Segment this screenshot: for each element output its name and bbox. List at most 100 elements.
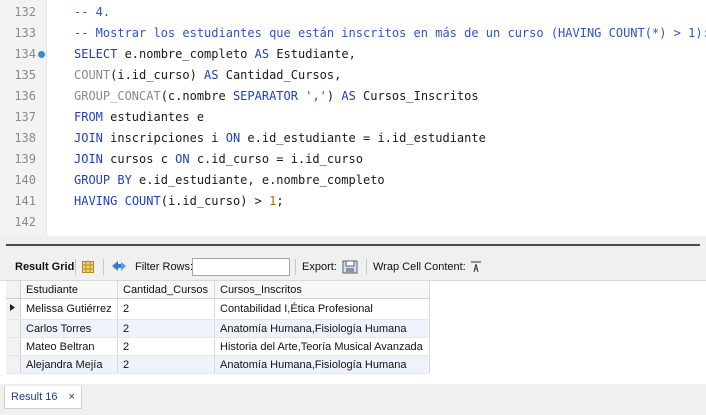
line-number: 140 — [14, 173, 36, 187]
code-token: estudiantes e — [102, 110, 205, 124]
row-indicator-header — [6, 281, 21, 299]
code-token: Cursos_Inscritos — [355, 89, 479, 103]
code-token: ON — [175, 152, 190, 166]
line-number: 142 — [14, 215, 36, 229]
result-tab[interactable]: Result 16 × — [4, 386, 82, 409]
code-token: ON — [225, 131, 241, 145]
cell-cursos-inscritos[interactable]: Contabilidad I,Ética Profesional — [214, 298, 430, 320]
code-token: COUNT — [124, 194, 161, 208]
code-line[interactable]: 142 — [0, 212, 706, 233]
refresh-icon[interactable] — [110, 259, 128, 273]
code-token: (i.id_curso) > — [160, 194, 270, 208]
code-text: FROM estudiantes e — [74, 107, 204, 128]
code-token: Estudiante, — [269, 47, 356, 61]
cell-cursos-inscritos[interactable]: Anatomía Humana,Fisiología Humana — [214, 355, 430, 374]
current-statement-marker-icon — [38, 51, 45, 58]
code-token: -- Mostrar los estudiantes que están ins… — [74, 26, 706, 40]
row-indicator[interactable] — [6, 319, 21, 338]
code-line[interactable]: 138 JOIN inscripciones i ON e.id_estudian… — [0, 128, 706, 149]
cell-cursos-inscritos[interactable]: Historia del Arte,Teoría Musical Avanzad… — [214, 337, 430, 356]
column-header-estudiante[interactable]: Estudiante — [20, 281, 118, 299]
column-header-cantidad-cursos[interactable]: Cantidad_Cursos — [117, 281, 215, 299]
pane-splitter[interactable] — [0, 236, 706, 254]
code-token: cursos c — [102, 152, 176, 166]
code-token: ; — [276, 194, 284, 208]
close-icon[interactable]: × — [69, 391, 75, 403]
code-text: JOIN cursos c ON c.id_curso = i.id_curso — [74, 149, 363, 170]
code-token: JOIN — [74, 152, 103, 166]
code-token: AS — [204, 68, 219, 82]
sql-editor[interactable]: 132 -- 4. 133 -- Mostrar los estudiantes qu… — [0, 0, 706, 236]
code-line[interactable]: 133 -- Mostrar los estudiantes que están … — [0, 23, 706, 44]
caret-right-icon — [10, 304, 15, 311]
export-label: Export: — [302, 261, 337, 273]
result-grid-tab[interactable]: Result Grid — [15, 261, 74, 273]
code-line[interactable]: 140 GROUP BY e.id_estudiante, e.nombre_co… — [0, 170, 706, 191]
cell-estudiante[interactable]: Alejandra Mejía — [20, 355, 118, 374]
table-row[interactable]: Alejandra Mejía 2 Anatomía Humana,Fisiol… — [6, 355, 430, 374]
cell-cursos-inscritos[interactable]: Anatomía Humana,Fisiología Humana — [214, 319, 430, 338]
code-token: (i.id_curso) — [110, 68, 205, 82]
row-indicator[interactable] — [6, 355, 21, 374]
code-text: GROUP BY e.id_estudiante, e.nombre_compl… — [74, 170, 385, 191]
code-text: -- Mostrar los estudiantes que están ins… — [74, 23, 706, 44]
result-table: Estudiante Cantidad_Cursos Cursos_Inscri… — [6, 281, 430, 374]
table-row[interactable]: Melissa Gutiérrez 2 Contabilidad I,Ética… — [6, 298, 430, 320]
code-token: e.id_estudiante = i.id_estudiante — [240, 131, 486, 145]
code-token: COUNT — [74, 68, 111, 82]
code-token: Cantidad_Cursos, — [218, 68, 342, 82]
code-token: SELECT — [74, 47, 118, 61]
cell-cantidad-cursos[interactable]: 2 — [117, 355, 215, 374]
code-line[interactable]: 136 GROUP_CONCAT(c.nombre SEPARATOR ',') … — [0, 86, 706, 107]
code-token: SEPARATOR — [232, 89, 298, 103]
result-tab-label: Result 16 — [11, 391, 58, 403]
code-text: COUNT(i.id_curso) AS Cantidad_Cursos, — [74, 65, 341, 86]
code-token: ) — [326, 89, 342, 103]
line-number: 134 — [14, 47, 36, 61]
code-token: HAVING — [74, 194, 118, 208]
line-number: 139 — [14, 152, 36, 166]
code-token: ',' — [305, 89, 327, 103]
cell-estudiante[interactable]: Melissa Gutiérrez — [20, 298, 118, 320]
code-token: -- 4. — [74, 5, 111, 19]
splitter-handle[interactable] — [6, 244, 700, 246]
row-selected-indicator[interactable] — [6, 298, 21, 320]
line-number: 137 — [14, 110, 36, 124]
row-indicator[interactable] — [6, 337, 21, 356]
code-text: JOIN inscripciones i ON e.id_estudiante … — [74, 128, 486, 149]
filter-rows-input[interactable] — [192, 258, 290, 276]
cell-estudiante[interactable]: Mateo Beltran — [20, 337, 118, 356]
cell-cantidad-cursos[interactable]: 2 — [117, 319, 215, 338]
table-row[interactable]: Carlos Torres 2 Anatomía Humana,Fisiolog… — [6, 319, 430, 338]
result-grid: Estudiante Cantidad_Cursos Cursos_Inscri… — [6, 281, 434, 374]
code-line[interactable]: 135 COUNT(i.id_curso) AS Cantidad_Cursos, — [0, 65, 706, 86]
code-text: HAVING COUNT(i.id_curso) > 1; — [74, 191, 284, 212]
cell-estudiante[interactable]: Carlos Torres — [20, 319, 118, 338]
cell-cantidad-cursos[interactable]: 2 — [117, 337, 215, 356]
toolbar-separator — [103, 259, 104, 275]
code-text: -- 4. — [74, 2, 110, 23]
code-line[interactable]: 139 JOIN cursos c ON c.id_curso = i.id_cu… — [0, 149, 706, 170]
export-icon[interactable] — [342, 259, 360, 275]
toolbar-separator — [295, 259, 296, 275]
code-token: AS — [341, 89, 356, 103]
code-line[interactable]: 134 SELECT e.nombre_completo AS Estudiant… — [0, 44, 706, 65]
header-row: Estudiante Cantidad_Cursos Cursos_Inscri… — [6, 281, 430, 299]
table-row[interactable]: Mateo Beltran 2 Historia del Arte,Teoría… — [6, 337, 430, 356]
toolbar-separator — [366, 259, 367, 275]
code-text: GROUP_CONCAT(c.nombre SEPARATOR ',') AS … — [74, 86, 479, 107]
column-header-cursos-inscritos[interactable]: Cursos_Inscritos — [214, 281, 430, 299]
cell-cantidad-cursos[interactable]: 2 — [117, 298, 215, 320]
grid-view-icon[interactable] — [82, 261, 94, 273]
wrap-cell-icon[interactable] — [470, 261, 482, 273]
line-number: 135 — [14, 68, 36, 82]
code-token: AS — [254, 47, 270, 61]
code-line[interactable]: 137 FROM estudiantes e — [0, 107, 706, 128]
line-number: 132 — [14, 5, 36, 19]
wrap-cell-label: Wrap Cell Content: — [373, 261, 466, 273]
code-line[interactable]: 132 -- 4. — [0, 2, 706, 23]
code-token: FROM — [74, 110, 103, 124]
code-line[interactable]: 141 HAVING COUNT(i.id_curso) > 1; — [0, 191, 706, 212]
code-token: inscripciones i — [102, 131, 226, 145]
